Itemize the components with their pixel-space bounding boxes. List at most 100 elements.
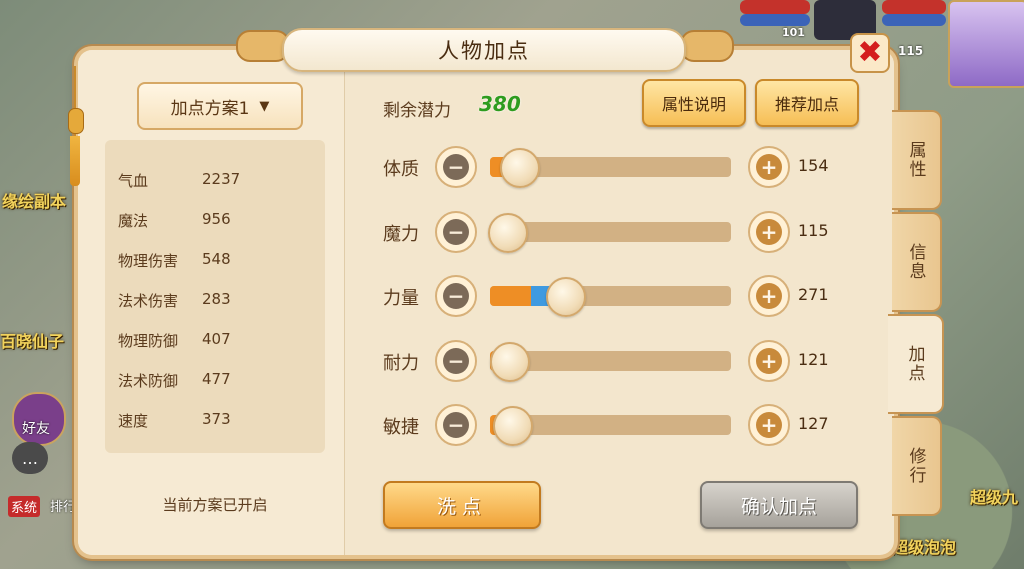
- enemy-hp-bar: [740, 0, 810, 14]
- decrease-button[interactable]: −: [435, 339, 477, 382]
- increase-button[interactable]: +: [748, 339, 790, 382]
- slider-handle[interactable]: [488, 212, 528, 253]
- plus-icon: +: [756, 154, 782, 180]
- tab-cultivation-label: 修行: [905, 447, 926, 485]
- friends-button[interactable]: 好友: [12, 392, 66, 446]
- tab-cultivation[interactable]: 修行: [892, 416, 942, 516]
- attribute-row-agility: 敏捷 − +127: [383, 404, 843, 448]
- attribute-row-endurance: 耐力 − +121: [383, 339, 843, 384]
- plan-dropdown[interactable]: 加点方案1 ▼: [137, 82, 303, 130]
- attribute-row-constitution: 体质 − +154: [383, 146, 843, 190]
- tab-info[interactable]: 信息: [892, 212, 942, 312]
- minus-icon: −: [443, 218, 469, 245]
- decrease-button[interactable]: −: [435, 404, 477, 446]
- attribute-value: 127: [798, 414, 829, 433]
- stat-name-text: 速度: [118, 412, 149, 430]
- attribute-help-button[interactable]: 属性说明: [642, 79, 746, 127]
- stat-value: 2237: [202, 170, 241, 188]
- stat-name: 魔法: [118, 210, 188, 231]
- chat-icon[interactable]: …: [12, 442, 48, 474]
- stat-name-text: 气血: [118, 172, 149, 190]
- attribute-slider[interactable]: [490, 148, 731, 188]
- attribute-slider[interactable]: [490, 341, 731, 382]
- tab-attributes-label: 属性: [905, 141, 926, 179]
- wash-points-label: 洗点: [436, 495, 487, 518]
- attribute-label: 魔力: [383, 223, 419, 245]
- plus-icon: +: [756, 347, 782, 374]
- attribute-slider[interactable]: [490, 277, 731, 317]
- wash-points-button[interactable]: 洗点: [383, 481, 541, 529]
- bg-label-dungeon: 缘绘副本: [2, 192, 67, 211]
- panel-title: 人物加点: [438, 39, 530, 63]
- stat-value: 477: [202, 370, 231, 388]
- attribute-label: 敏捷: [383, 417, 419, 438]
- plan-dropdown-label: 加点方案1: [170, 98, 250, 119]
- enemy-mp-bar: [740, 14, 810, 26]
- tab-add-points[interactable]: 加点: [888, 314, 944, 414]
- attribute-row-magic: 魔力 − +115: [383, 210, 843, 255]
- attribute-value: 115: [798, 220, 829, 240]
- stats-list: 气血 2237 魔法 956 物理伤害 548 法术伤害 283 物理防御 40…: [105, 140, 325, 453]
- slider-handle[interactable]: [493, 406, 533, 446]
- stat-row-speed: 速度 373: [118, 410, 231, 431]
- decrease-button[interactable]: −: [435, 275, 477, 317]
- increase-button[interactable]: +: [748, 210, 790, 253]
- player-mp-bar: [882, 14, 946, 26]
- bg-label-player: 超级九: [970, 488, 1019, 507]
- base-fill: [490, 286, 531, 306]
- friends-label: 好友: [22, 421, 50, 437]
- stat-name: 物理伤害: [118, 252, 179, 270]
- tab-info-label: 信息: [905, 243, 926, 281]
- stat-name: 物理防御: [118, 332, 179, 350]
- stat-name: 速度: [118, 410, 188, 431]
- player-avatar[interactable]: [948, 0, 1024, 88]
- plan-status: 当前方案已开启: [162, 496, 268, 514]
- stat-value: 548: [202, 250, 231, 268]
- confirm-points-label: 确认加点: [740, 495, 817, 518]
- attribute-value: 154: [798, 156, 829, 175]
- attribute-slider[interactable]: [490, 406, 731, 446]
- attribute-slider[interactable]: [488, 212, 731, 253]
- title-banner: 人物加点: [282, 28, 686, 72]
- increase-button[interactable]: +: [748, 404, 790, 446]
- pet-level: 101: [782, 26, 805, 39]
- attribute-value: 121: [798, 349, 829, 369]
- stat-row-phys-def: 物理防御 407: [118, 330, 231, 351]
- chat-system-tag: 系统: [8, 496, 41, 517]
- stat-name: 气血: [118, 170, 188, 191]
- stat-name: 法术防御: [118, 372, 179, 390]
- potential-label: 剩余潜力: [383, 101, 451, 121]
- decrease-button[interactable]: −: [435, 210, 477, 253]
- tassel-ornament: [68, 66, 84, 186]
- player-hp-bar: [882, 0, 946, 14]
- tab-add-points-label: 加点: [904, 345, 925, 383]
- tab-attributes[interactable]: 属性: [892, 110, 942, 210]
- confirm-points-button[interactable]: 确认加点: [700, 481, 858, 529]
- slider-handle[interactable]: [546, 277, 586, 317]
- minus-icon: −: [443, 412, 469, 438]
- decrease-button[interactable]: −: [435, 146, 477, 188]
- increase-button[interactable]: +: [748, 275, 790, 317]
- recommend-button[interactable]: 推荐加点: [755, 79, 859, 127]
- stat-row-magic-dmg: 法术伤害 283: [118, 290, 231, 311]
- close-button[interactable]: ✖: [850, 33, 890, 73]
- chevron-down-icon: ▼: [259, 98, 270, 114]
- bg-label-npc: 百晓仙子: [0, 332, 65, 351]
- slider-handle[interactable]: [500, 148, 540, 188]
- player-level: 115: [898, 44, 924, 58]
- close-icon: ✖: [857, 35, 883, 70]
- attribute-label: 力量: [383, 288, 419, 309]
- chat-rank-tag: 排行: [50, 500, 77, 515]
- attribute-row-strength: 力量 − +271: [383, 275, 843, 319]
- increase-button[interactable]: +: [748, 146, 790, 188]
- recommend-label: 推荐加点: [774, 95, 839, 114]
- stat-name-text: 魔法: [118, 212, 149, 230]
- stat-row-phys-dmg: 物理伤害 548: [118, 250, 231, 271]
- slider-handle[interactable]: [490, 341, 530, 382]
- plus-icon: +: [756, 412, 782, 438]
- title-ornament-right: [680, 30, 734, 62]
- plus-icon: +: [756, 218, 782, 245]
- minus-icon: −: [443, 347, 469, 374]
- stat-value: 373: [202, 410, 231, 428]
- attribute-value: 271: [798, 285, 829, 304]
